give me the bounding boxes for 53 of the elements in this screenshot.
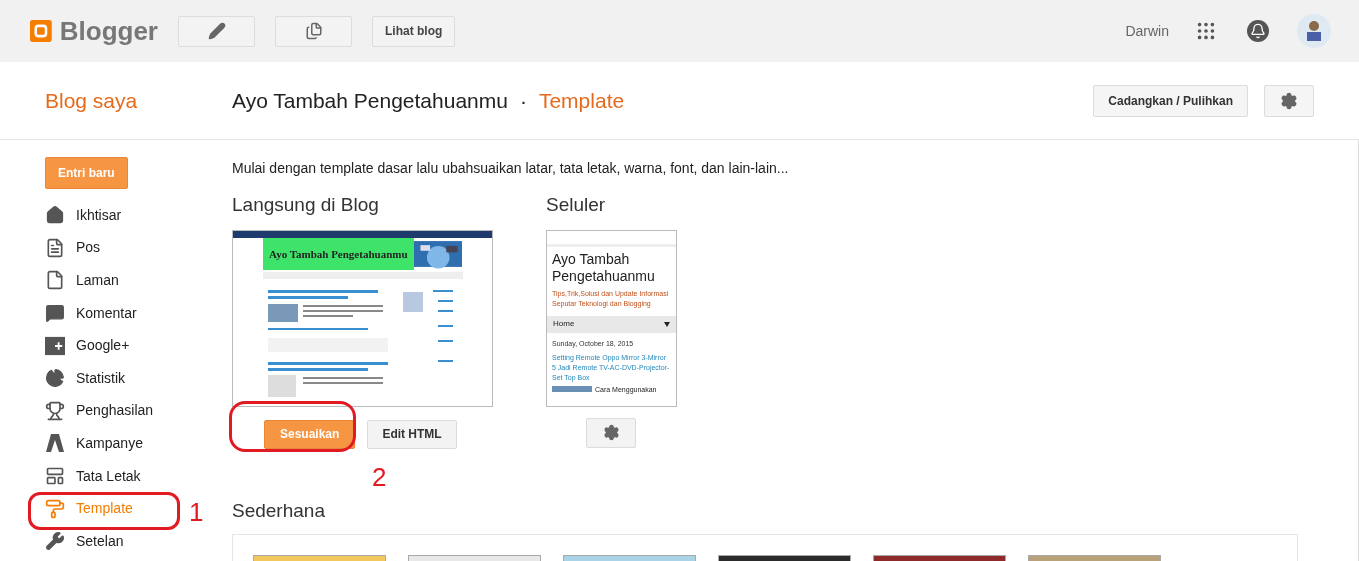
pie-chart-icon <box>45 368 65 389</box>
avatar-icon[interactable] <box>1297 14 1331 48</box>
sidebar-item[interactable]: Statistik <box>45 361 175 395</box>
notification-bell-icon[interactable] <box>1247 20 1269 42</box>
trophy-icon <box>45 400 65 421</box>
view-blog-button[interactable]: Lihat blog <box>372 15 456 47</box>
sidebar-item[interactable]: Penghasilan <box>45 394 175 428</box>
mobile-settings-button[interactable] <box>586 417 636 448</box>
user-name[interactable]: Darwin <box>1125 20 1169 42</box>
plus-icon <box>45 335 65 356</box>
campaign-icon <box>45 433 65 454</box>
home-icon <box>45 205 65 226</box>
settings-icon <box>602 424 620 441</box>
mobile-preview[interactable] <box>546 229 677 407</box>
step-number: 1 <box>189 496 204 529</box>
paint-roller-icon <box>45 498 65 519</box>
pencil-icon <box>207 22 226 40</box>
mobile-menu-bar: Home <box>547 315 676 333</box>
new-post-button[interactable] <box>178 15 255 47</box>
page-title: Template <box>538 87 625 114</box>
page-icon <box>45 270 65 291</box>
sidebar-item[interactable]: Tata Letak <box>45 459 175 493</box>
wrench-icon <box>45 531 65 552</box>
backup-restore-button[interactable]: Cadangkan / Pulihkan <box>1093 84 1248 117</box>
section-heading: Sederhana <box>232 498 326 523</box>
sidebar-item[interactable]: Setelan <box>45 524 175 558</box>
section-heading: Seluler <box>546 193 607 217</box>
sidebar-item[interactable]: Laman <box>45 264 175 297</box>
settings-icon <box>1280 91 1298 110</box>
posts-button[interactable] <box>275 15 352 47</box>
sidebar-item[interactable]: Ikhtisar <box>45 199 175 232</box>
app-name: Blogger <box>59 14 158 48</box>
blog-title: Ayo Tambah Pengetahuanmu <box>232 87 508 114</box>
sidebar-item[interactable]: Pos <box>45 231 175 265</box>
title-separator: · <box>519 87 527 114</box>
step-number: 2 <box>372 461 387 494</box>
sidebar-item[interactable]: Google+ <box>45 329 175 362</box>
post-thumbnail <box>552 386 592 392</box>
desktop-preview[interactable]: Ayo Tambah Pengetahuanmu <box>232 229 493 407</box>
mobile-blog-title: Ayo Tambah Pengetahuanmu <box>552 250 656 285</box>
layout-icon <box>45 466 65 487</box>
sidebar-item[interactable]: Komentar <box>45 296 175 330</box>
sidebar-item[interactable]: Kampanye <box>45 427 175 460</box>
section-heading: Langsung di Blog <box>232 193 380 217</box>
preview-blog-title: Ayo Tambah Pengetahuanmu <box>269 247 408 260</box>
comment-icon <box>45 303 65 324</box>
apps-grid-icon[interactable] <box>1195 20 1217 42</box>
edit-html-button[interactable]: Edit HTML <box>367 419 457 449</box>
document-icon <box>45 237 65 258</box>
intro-text: Mulai dengan template dasar lalu ubahsuaikan latar, tata letak, warna, font, dan lain-lain... <box>232 159 790 178</box>
documents-icon <box>304 22 323 40</box>
dropdown-arrow-icon <box>664 321 670 327</box>
settings-button[interactable] <box>1264 84 1314 117</box>
